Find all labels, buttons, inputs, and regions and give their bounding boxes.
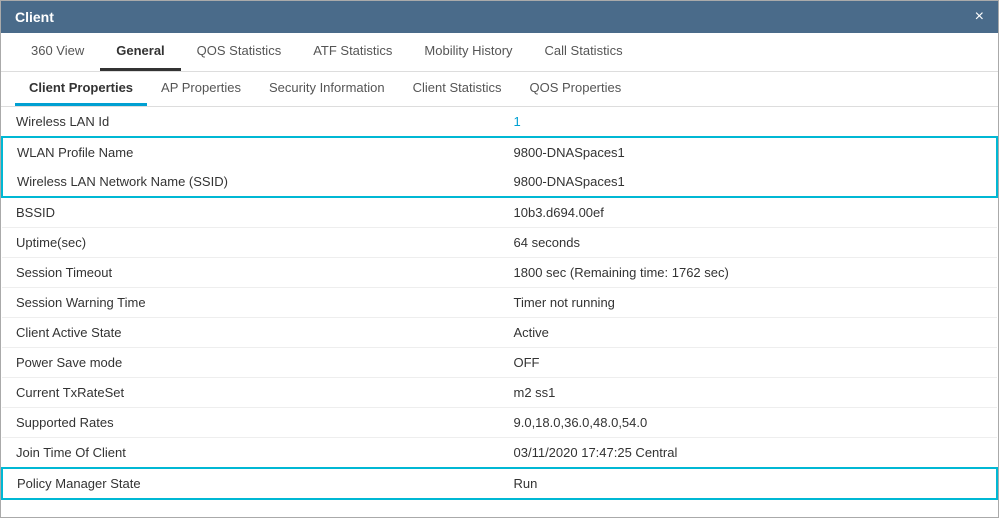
row-value: 9800-DNASpaces1 — [500, 167, 998, 197]
row-label: Wireless LAN Network Name (SSID) — [2, 167, 500, 197]
table-row: Current TxRateSetm2 ss1 — [2, 378, 997, 408]
top-tab-qos-statistics[interactable]: QOS Statistics — [181, 33, 298, 71]
row-label: Current TxRateSet — [2, 378, 500, 408]
table-row: Wireless LAN Id1 — [2, 107, 997, 137]
row-value: 03/11/2020 17:47:25 Central — [500, 438, 998, 469]
row-label: Join Time Of Client — [2, 438, 500, 469]
top-tab-mobility-history[interactable]: Mobility History — [408, 33, 528, 71]
row-label: Client Active State — [2, 318, 500, 348]
row-value: m2 ss1 — [500, 378, 998, 408]
row-label: BSSID — [2, 197, 500, 228]
row-value: 1800 sec (Remaining time: 1762 sec) — [500, 258, 998, 288]
sub-tab-client-properties[interactable]: Client Properties — [15, 72, 147, 106]
data-table-container[interactable]: Wireless LAN Id1WLAN Profile Name9800-DN… — [1, 107, 998, 517]
row-value: OFF — [500, 348, 998, 378]
top-tab-360-view[interactable]: 360 View — [15, 33, 100, 71]
top-tab-call-statistics[interactable]: Call Statistics — [529, 33, 639, 71]
row-value: Run — [500, 468, 998, 499]
row-label: Supported Rates — [2, 408, 500, 438]
top-tab-bar: 360 ViewGeneralQOS StatisticsATF Statist… — [1, 33, 998, 72]
dialog-header: Client × — [1, 1, 998, 33]
sub-tab-security-information[interactable]: Security Information — [255, 72, 399, 106]
row-label: Policy Manager State — [2, 468, 500, 499]
table-row: Session Warning TimeTimer not running — [2, 288, 997, 318]
table-row: Join Time Of Client03/11/2020 17:47:25 C… — [2, 438, 997, 469]
table-row: WLAN Profile Name9800-DNASpaces1 — [2, 137, 997, 167]
row-label: Power Save mode — [2, 348, 500, 378]
row-value: Timer not running — [500, 288, 998, 318]
sub-tab-ap-properties[interactable]: AP Properties — [147, 72, 255, 106]
client-dialog: Client × 360 ViewGeneralQOS StatisticsAT… — [0, 0, 999, 518]
row-value: 10b3.d694.00ef — [500, 197, 998, 228]
sub-tab-bar: Client PropertiesAP PropertiesSecurity I… — [1, 72, 998, 107]
row-label: Session Timeout — [2, 258, 500, 288]
properties-table: Wireless LAN Id1WLAN Profile Name9800-DN… — [1, 107, 998, 500]
row-value: 64 seconds — [500, 228, 998, 258]
content-area: Wireless LAN Id1WLAN Profile Name9800-DN… — [1, 107, 998, 517]
top-tab-atf-statistics[interactable]: ATF Statistics — [297, 33, 408, 71]
row-value: 9.0,18.0,36.0,48.0,54.0 — [500, 408, 998, 438]
row-label: Uptime(sec) — [2, 228, 500, 258]
top-tab-general[interactable]: General — [100, 33, 180, 71]
table-row: Wireless LAN Network Name (SSID)9800-DNA… — [2, 167, 997, 197]
row-label: WLAN Profile Name — [2, 137, 500, 167]
table-row: Uptime(sec)64 seconds — [2, 228, 997, 258]
row-value: 1 — [500, 107, 998, 137]
close-button[interactable]: × — [975, 9, 984, 25]
dialog-title: Client — [15, 9, 54, 25]
table-row: Policy Manager StateRun — [2, 468, 997, 499]
table-row: Session Timeout1800 sec (Remaining time:… — [2, 258, 997, 288]
row-value: Active — [500, 318, 998, 348]
table-row: Client Active StateActive — [2, 318, 997, 348]
table-row: Power Save modeOFF — [2, 348, 997, 378]
sub-tab-qos-properties[interactable]: QOS Properties — [515, 72, 635, 106]
sub-tab-client-statistics[interactable]: Client Statistics — [399, 72, 516, 106]
table-row: Supported Rates9.0,18.0,36.0,48.0,54.0 — [2, 408, 997, 438]
row-label: Session Warning Time — [2, 288, 500, 318]
table-row: BSSID10b3.d694.00ef — [2, 197, 997, 228]
row-label: Wireless LAN Id — [2, 107, 500, 137]
row-value: 9800-DNASpaces1 — [500, 137, 998, 167]
